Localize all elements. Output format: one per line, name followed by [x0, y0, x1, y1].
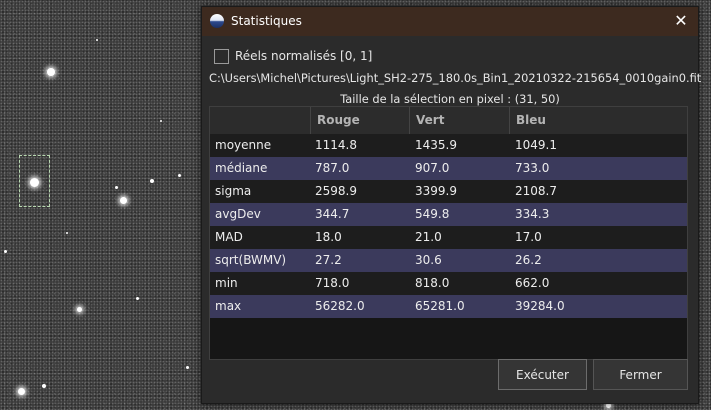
close-icon[interactable]: ✕ — [670, 10, 692, 32]
stat-value-cell-vert: 818.0 — [415, 276, 450, 290]
window-title: Statistiques — [231, 14, 302, 28]
star — [96, 39, 98, 41]
stat-value-cell-rouge: 56282.0 — [315, 299, 365, 313]
star — [186, 366, 189, 369]
star — [42, 384, 46, 388]
file-path: C:\Users\Michel\Pictures\Light_SH2-275_1… — [209, 71, 702, 85]
stat-value-cell-bleu: 1049.1 — [515, 138, 557, 152]
stat-name-cell: max — [215, 299, 242, 313]
stat-value-cell-vert: 21.0 — [415, 230, 442, 244]
column-header-bleu[interactable]: Bleu — [509, 107, 687, 134]
star — [150, 179, 154, 183]
normalized-label[interactable]: Réels normalisés [0, 1] — [235, 49, 372, 63]
table-row[interactable]: min 718.0 818.0 662.0 — [210, 272, 687, 295]
table-row[interactable]: sigma 2598.9 3399.9 2108.7 — [210, 180, 687, 203]
normalized-checkbox[interactable] — [214, 49, 229, 64]
stat-value-cell-bleu: 17.0 — [515, 230, 542, 244]
stat-value-cell-rouge: 787.0 — [315, 161, 350, 175]
stat-value-cell-vert: 30.6 — [415, 253, 442, 267]
stat-value-cell-rouge: 1114.8 — [315, 138, 357, 152]
star — [66, 232, 68, 234]
star — [178, 174, 181, 177]
stat-name-cell: médiane — [215, 161, 268, 175]
stat-value-cell-rouge: 18.0 — [315, 230, 342, 244]
star — [18, 388, 25, 395]
stat-name-cell: moyenne — [215, 138, 272, 152]
table-row[interactable]: max 56282.0 65281.0 39284.0 — [210, 295, 687, 318]
stat-name-cell: min — [215, 276, 238, 290]
selection-size-label: Taille de la sélection en pixel : (31, 5… — [340, 92, 560, 106]
stat-value-cell-bleu: 39284.0 — [515, 299, 565, 313]
table-header: Rouge Vert Bleu — [210, 107, 687, 134]
app-logo-icon — [210, 14, 224, 28]
stat-value-cell-bleu: 733.0 — [515, 161, 550, 175]
column-header-name[interactable] — [210, 107, 310, 134]
close-button[interactable]: Fermer — [593, 359, 688, 390]
table-row[interactable]: sqrt(BWMV) 27.2 30.6 26.2 — [210, 249, 687, 272]
stat-value-cell-vert: 3399.9 — [415, 184, 457, 198]
stat-value-cell-rouge: 718.0 — [315, 276, 350, 290]
star — [4, 250, 7, 253]
stat-value-cell-bleu: 662.0 — [515, 276, 550, 290]
stat-value-cell-bleu: 334.3 — [515, 207, 550, 221]
stat-name-cell: MAD — [215, 230, 243, 244]
statistics-table: Rouge Vert Bleu moyenne 1114.8 1435.9 1049.… — [209, 106, 688, 360]
star — [136, 297, 139, 300]
stat-value-cell-rouge: 344.7 — [315, 207, 350, 221]
stat-name-cell: avgDev — [215, 207, 261, 221]
table-row[interactable]: médiane 787.0 907.0 733.0 — [210, 157, 687, 180]
table-row[interactable]: moyenne 1114.8 1435.9 1049.1 — [210, 134, 687, 157]
stat-value-cell-rouge: 2598.9 — [315, 184, 357, 198]
stat-value-cell-rouge: 27.2 — [315, 253, 342, 267]
column-header-rouge[interactable]: Rouge — [310, 107, 409, 134]
star — [115, 186, 118, 189]
title-bar[interactable]: Statistiques ✕ — [202, 7, 698, 36]
run-button[interactable]: Exécuter — [498, 359, 587, 390]
star — [160, 120, 162, 122]
selection-rectangle[interactable] — [19, 155, 50, 207]
stat-value-cell-vert: 65281.0 — [415, 299, 465, 313]
column-header-vert[interactable]: Vert — [409, 107, 509, 134]
stat-value-cell-vert: 549.8 — [415, 207, 450, 221]
star — [120, 197, 127, 204]
star — [77, 307, 82, 312]
stat-value-cell-vert: 907.0 — [415, 161, 450, 175]
star — [47, 68, 55, 76]
statistics-dialog: Statistiques ✕ Réels normalisés [0, 1] C… — [201, 6, 702, 404]
table-row[interactable]: avgDev 344.7 549.8 334.3 — [210, 203, 687, 226]
table-row[interactable]: MAD 18.0 21.0 17.0 — [210, 226, 687, 249]
stat-value-cell-bleu: 26.2 — [515, 253, 542, 267]
stat-name-cell: sigma — [215, 184, 252, 198]
stat-value-cell-vert: 1435.9 — [415, 138, 457, 152]
stat-name-cell: sqrt(BWMV) — [215, 253, 287, 267]
stat-value-cell-bleu: 2108.7 — [515, 184, 557, 198]
